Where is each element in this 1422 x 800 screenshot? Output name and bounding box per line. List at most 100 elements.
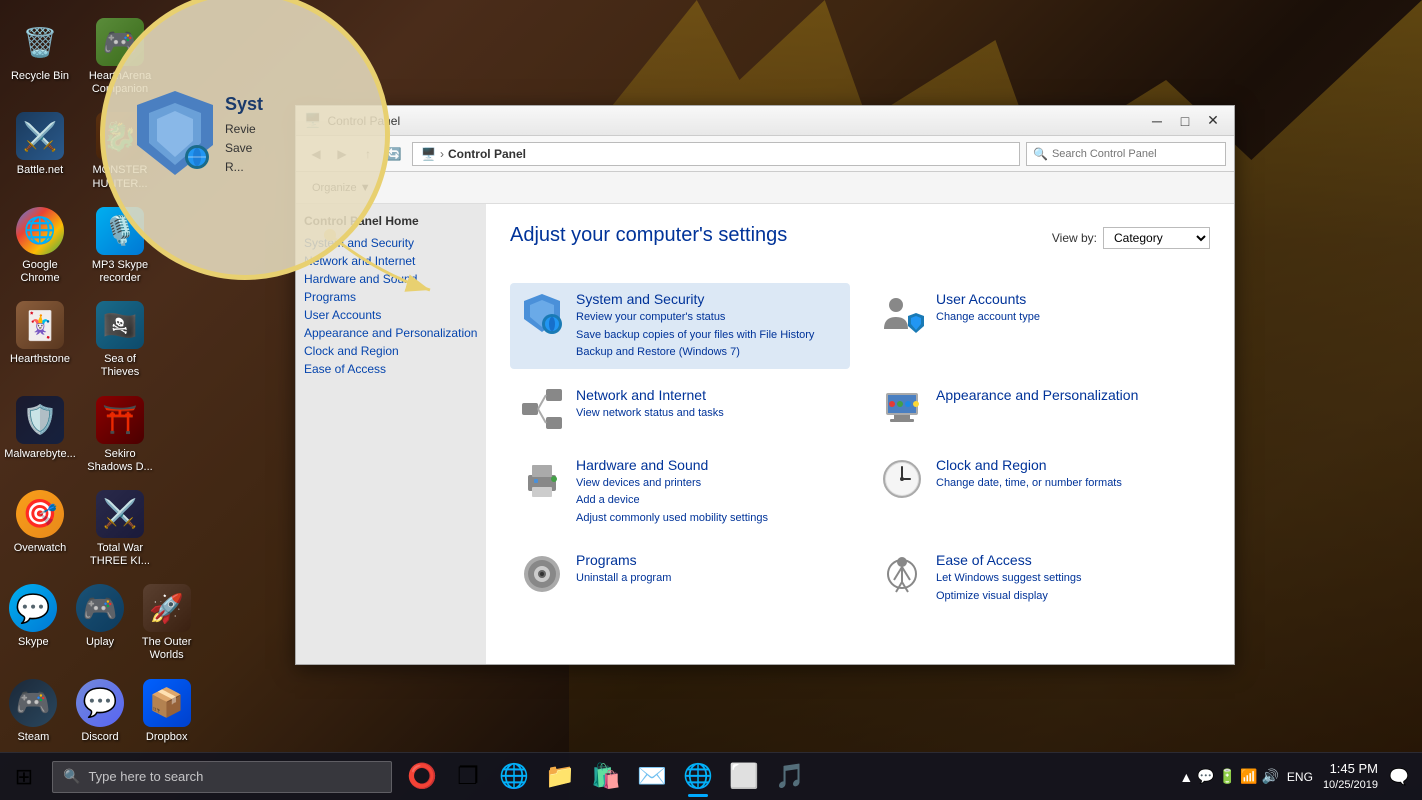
desktop-icon-sea-of-thieves[interactable]: 🏴‍☠️ Sea of Thieves [80,293,160,387]
system-security-link-3[interactable]: Backup and Restore (Windows 7) [576,344,840,361]
ease-of-access-link-1[interactable]: Let Windows suggest settings [936,570,1200,587]
start-button[interactable]: ⊞ [0,753,48,800]
taskbar-search-bar[interactable]: 🔍 Type here to search [52,761,392,793]
appearance-title[interactable]: Appearance and Personalization [936,387,1138,403]
desktop-icon-discord[interactable]: 💬 Discord [67,671,134,752]
explorer-icon: 📁 [545,762,575,791]
close-button[interactable]: ✕ [1200,111,1226,131]
shield-svg-icon [135,89,215,177]
notification-button[interactable]: 🗨️ [1384,753,1414,800]
tray-lang[interactable]: ENG [1283,770,1317,784]
desktop-icon-battlenet[interactable]: ⚔️ Battle.net [0,104,80,198]
time-display: 1:45 PM [1323,760,1378,778]
desktop-icon-hearthstone[interactable]: 🃏 Hearthstone [0,293,80,387]
category-network-internet[interactable]: Network and Internet View network status… [510,379,850,439]
sidebar-link-clock[interactable]: Clock and Region [304,342,478,360]
tray-network-icon[interactable]: 📶 [1240,768,1257,785]
desktop-icon-sekiro[interactable]: ⛩️ Sekiro Shadows D... [80,388,160,482]
window-controls: ─ □ ✕ [1144,111,1226,131]
desktop-icon-steam[interactable]: 🎮 Steam [0,671,67,752]
dropbox-icon: 📦 [143,679,191,727]
tray-chevron-icon[interactable]: ▲ [1179,769,1193,785]
desktop-icon-malwarebytes[interactable]: 🛡️ Malwarebyte... [0,388,80,482]
clock-region-title[interactable]: Clock and Region [936,457,1047,473]
overwatch-icon: 🎯 [16,490,64,538]
view-by-select[interactable]: Category Large icons Small icons [1103,227,1210,249]
minimize-button[interactable]: ─ [1144,111,1170,131]
search-input[interactable] [1052,148,1219,160]
sidebar-link-appearance[interactable]: Appearance and Personalization [304,324,478,342]
desktop-icon-total-war[interactable]: ⚔️ Total War THREE KI... [80,482,160,576]
system-security-links: Review your computer's status Save backu… [576,309,840,361]
sidebar-link-ease[interactable]: Ease of Access [304,360,478,378]
misc-icon: 🎵 [775,762,805,791]
taskbar-right: ▲ 💬 🔋 📶 🔊 ENG 1:45 PM 10/25/2019 🗨️ [1179,753,1422,800]
category-appearance[interactable]: Appearance and Personalization [870,379,1210,439]
system-security-link-1[interactable]: Review your computer's status [576,309,840,326]
ease-of-access-link-2[interactable]: Optimize visual display [936,588,1200,605]
desktop-icon-outer-worlds[interactable]: 🚀 The Outer Worlds [133,576,200,670]
taskbar-edge[interactable]: 🌐 [492,755,536,799]
programs-title[interactable]: Programs [576,552,637,568]
hardware-sound-link-2[interactable]: Add a device [576,492,840,509]
desktop-icon-overwatch[interactable]: 🎯 Overwatch [0,482,80,576]
taskbar-tablet[interactable]: ⬜ [722,755,766,799]
desktop-icon-uplay[interactable]: 🎮 Uplay [67,576,134,670]
system-security-link-2[interactable]: Save backup copies of your files with Fi… [576,327,840,344]
category-system-security[interactable]: System and Security Review your computer… [510,283,850,369]
address-input[interactable]: 🖥️ › Control Panel [412,142,1020,166]
programs-link-1[interactable]: Uninstall a program [576,570,840,587]
user-accounts-icon [880,291,924,335]
hardware-sound-title[interactable]: Hardware and Sound [576,457,708,473]
category-ease-of-access[interactable]: Ease of Access Let Windows suggest setti… [870,544,1210,612]
cortana-icon: ⭕ [407,762,437,791]
appearance-icon [880,387,924,431]
system-security-title[interactable]: System and Security [576,291,704,307]
clock-region-links: Change date, time, or number formats [936,475,1200,492]
tray-battery-icon[interactable]: 🔋 [1219,768,1236,785]
category-hardware-sound[interactable]: Hardware and Sound View devices and prin… [510,449,850,535]
taskbar-chrome-active[interactable]: 🌐 [676,755,720,799]
edge-icon: 🌐 [499,762,529,791]
taskbar-explorer[interactable]: 📁 [538,755,582,799]
taskbar-mail[interactable]: ✉️ [630,755,674,799]
taskbar-task-view[interactable]: ❐ [446,755,490,799]
zoom-circle: Syst RevieSaveR... [100,0,390,280]
hardware-sound-links: View devices and printers Add a device A… [576,475,840,527]
category-clock-region[interactable]: Clock and Region Change date, time, or n… [870,449,1210,535]
sidebar-link-user[interactable]: User Accounts [304,306,478,324]
desktop-icon-chrome[interactable]: 🌐 Google Chrome [0,199,80,293]
desktop-icon-dropbox[interactable]: 📦 Dropbox [133,671,200,752]
tray-volume-icon[interactable]: 🔊 [1261,768,1278,785]
network-internet-info: Network and Internet View network status… [576,387,840,422]
breadcrumb-separator: › [440,147,444,161]
clock-region-link-1[interactable]: Change date, time, or number formats [936,475,1200,492]
hardware-sound-link-1[interactable]: View devices and printers [576,475,840,492]
network-internet-title[interactable]: Network and Internet [576,387,706,403]
tray-chat-icon[interactable]: 💬 [1197,768,1214,785]
time-block[interactable]: 1:45 PM 10/25/2019 [1323,760,1378,794]
dropbox-label: Dropbox [146,731,188,744]
taskbar-misc[interactable]: 🎵 [768,755,812,799]
cp-toolbar: Organize ▼ [296,172,1234,204]
desktop-icon-recycle-bin[interactable]: 🗑️ Recycle Bin [0,10,80,104]
desktop-icon-skype[interactable]: 💬 Skype [0,576,67,670]
ease-of-access-title[interactable]: Ease of Access [936,552,1032,568]
programs-links: Uninstall a program [576,570,840,587]
maximize-button[interactable]: □ [1172,111,1198,131]
category-programs[interactable]: Programs Uninstall a program [510,544,850,612]
store-icon: 🛍️ [591,762,621,791]
search-box[interactable]: 🔍 [1026,142,1226,166]
mp3skype-label: MP3 Skype recorder [84,259,156,285]
category-user-accounts[interactable]: User Accounts Change account type [870,283,1210,369]
taskbar-store[interactable]: 🛍️ [584,755,628,799]
user-accounts-link-1[interactable]: Change account type [936,309,1200,326]
zoom-text: Syst RevieSaveR... [225,93,375,178]
discord-icon: 💬 [76,679,124,727]
user-accounts-title[interactable]: User Accounts [936,291,1026,307]
hardware-sound-icon [520,457,564,501]
breadcrumb: 🖥️ › Control Panel [421,147,526,161]
taskbar-cortana[interactable]: ⭕ [400,755,444,799]
hardware-sound-link-3[interactable]: Adjust commonly used mobility settings [576,510,840,527]
network-internet-link-1[interactable]: View network status and tasks [576,405,840,422]
